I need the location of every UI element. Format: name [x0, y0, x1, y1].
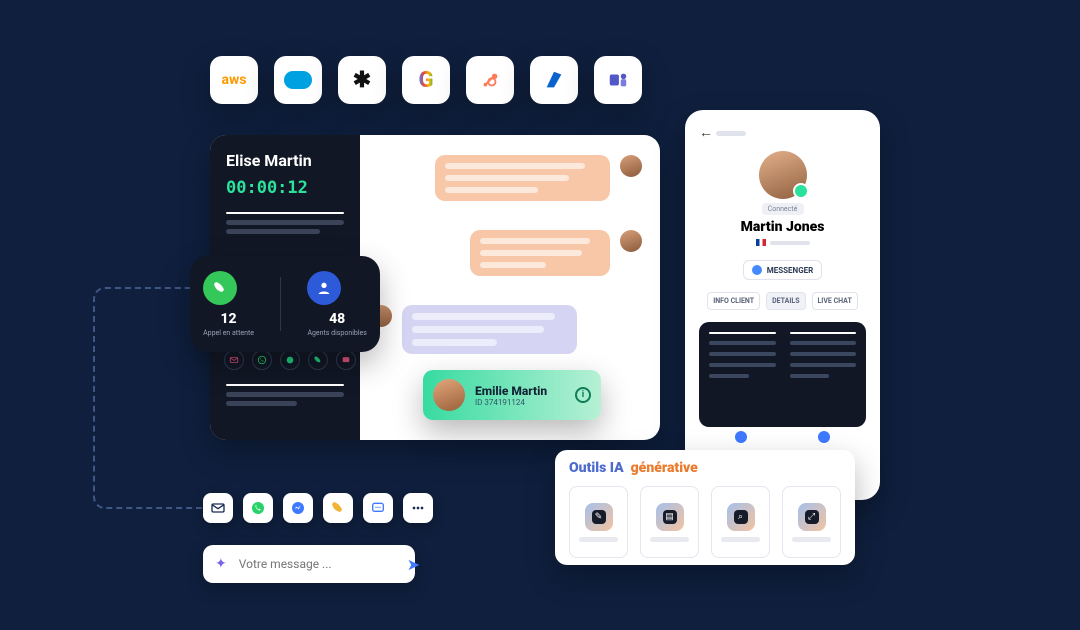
search-icon: ⌕ [727, 503, 755, 531]
user-icon[interactable] [307, 271, 341, 305]
tile-aws[interactable]: aws [210, 56, 258, 104]
message-outgoing [370, 305, 577, 354]
chip-whatsapp[interactable] [243, 493, 273, 523]
contact-id: ID 374191124 [475, 398, 547, 407]
send-button[interactable]: ➤ [407, 555, 420, 574]
call-stats-widget: 12 Appel en attente 48 Agents disponible… [190, 256, 380, 352]
caller-name: Elise Martin [226, 151, 344, 170]
quick-actions [699, 431, 866, 443]
tab-details[interactable]: DETAILS [766, 292, 805, 310]
queued-calls: 12 Appel en attente [203, 271, 254, 337]
sparkle-icon[interactable]: ✦ [215, 556, 227, 572]
avatar [620, 230, 642, 252]
avatar [620, 155, 642, 177]
messenger-icon [752, 265, 762, 275]
ai-tools-panel: Outils IA générative ✎ ▤ ⌕ ⤢ [555, 450, 855, 565]
info-icon[interactable]: i [575, 387, 591, 403]
contact-name: Emilie Martin [475, 384, 547, 398]
profile-avatar [759, 151, 807, 199]
tile-hubspot[interactable] [466, 56, 514, 104]
ai-tool-compose[interactable]: ✎ [569, 486, 628, 558]
contact-card[interactable]: Emilie Martin ID 374191124 i [423, 370, 601, 420]
call-timer: 00:00:12 [226, 178, 344, 198]
status-badge: Connecté [762, 203, 804, 215]
profile-name: Martin Jones [699, 219, 866, 235]
profile-tabs: INFO CLIENT DETAILS LIVE CHAT [699, 292, 866, 310]
tile-zendesk[interactable]: ✱ [338, 56, 386, 104]
phone-icon[interactable] [203, 271, 237, 305]
chip-phone[interactable] [323, 493, 353, 523]
compose-icon: ✎ [585, 503, 613, 531]
tile-google[interactable]: G [402, 56, 450, 104]
integrations-row: aws ✱ G [210, 56, 642, 104]
channel-pill[interactable]: MESSENGER [743, 260, 823, 280]
edit-icon: ▤ [656, 503, 684, 531]
available-agents: 48 Agents disponibles [307, 271, 366, 337]
profile-panel: ← Connecté Martin Jones MESSENGER INFO C… [685, 110, 880, 500]
expand-icon: ⤢ [798, 503, 826, 531]
message-incoming [470, 230, 642, 276]
whatsapp-icon[interactable] [252, 350, 272, 370]
email-icon[interactable] [224, 350, 244, 370]
locale-row [699, 239, 866, 246]
message-composer: ✦ ➤ [203, 545, 415, 583]
messenger-icon[interactable] [280, 350, 300, 370]
sidebar-channels [224, 350, 360, 370]
flag-fr-icon [756, 239, 766, 246]
message-incoming [435, 155, 642, 201]
avatar [433, 379, 465, 411]
tile-msteams[interactable] [594, 56, 642, 104]
tile-salesforce[interactable] [274, 56, 322, 104]
action-dot-icon[interactable] [735, 431, 747, 443]
tab-info-client[interactable]: INFO CLIENT [707, 292, 760, 310]
ai-tool-search[interactable]: ⌕ [711, 486, 770, 558]
chip-sms[interactable] [363, 493, 393, 523]
channel-chip-row [203, 493, 433, 523]
message-input[interactable] [237, 556, 397, 572]
chip-more[interactable] [403, 493, 433, 523]
profile-details-block [699, 322, 866, 427]
ai-tool-expand[interactable]: ⤢ [782, 486, 841, 558]
phone-icon[interactable] [308, 350, 328, 370]
chip-email[interactable] [203, 493, 233, 523]
back-button[interactable]: ← [699, 124, 866, 141]
chip-messenger[interactable] [283, 493, 313, 523]
tile-azure[interactable] [530, 56, 578, 104]
action-dot-icon[interactable] [818, 431, 830, 443]
sms-icon[interactable] [336, 350, 356, 370]
ai-title: Outils IA générative [569, 460, 841, 476]
tab-live-chat[interactable]: LIVE CHAT [812, 292, 858, 310]
ai-tool-edit[interactable]: ▤ [640, 486, 699, 558]
